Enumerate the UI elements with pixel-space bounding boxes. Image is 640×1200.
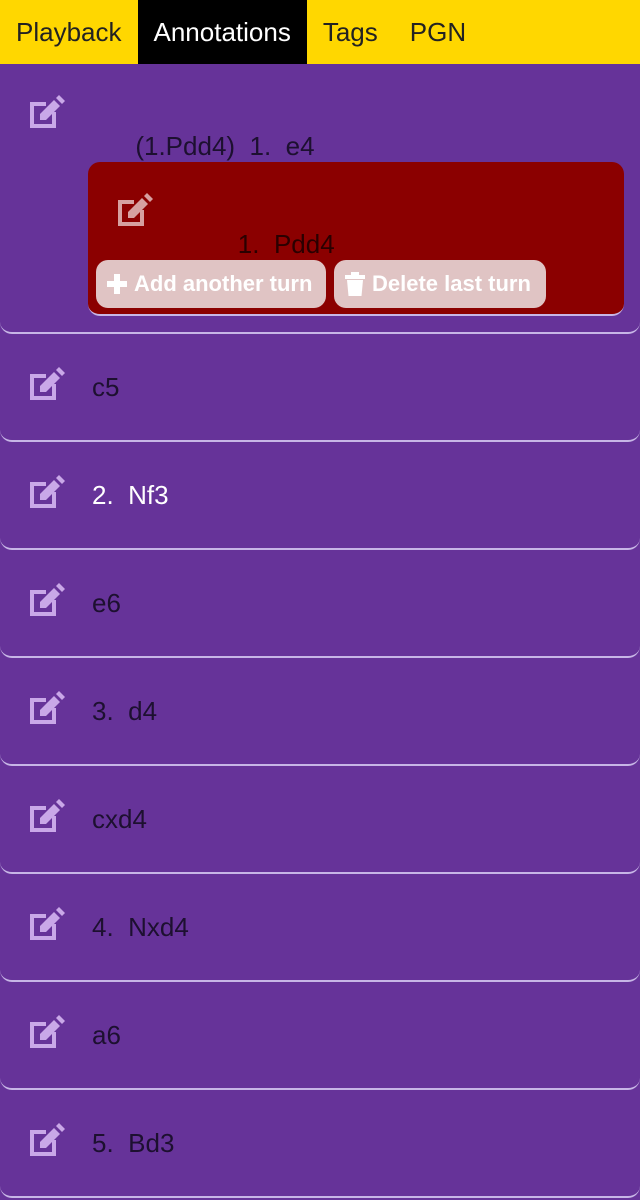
delete-turn-button[interactable]: Delete last turn (334, 260, 546, 308)
edit-icon[interactable] (26, 472, 66, 512)
edit-icon[interactable] (26, 580, 66, 620)
variation-prefix: (1.Pdd4) (135, 131, 236, 161)
move-number: 4. (92, 912, 114, 942)
move-text[interactable]: 4. Nxd4 (92, 912, 189, 943)
move-number: 1. (249, 131, 272, 161)
move-text[interactable]: cxd4 (92, 804, 147, 835)
move-san: a6 (92, 1020, 121, 1050)
edit-icon[interactable] (26, 364, 66, 404)
move-text[interactable]: 5. Bd3 (92, 1128, 174, 1159)
trash-icon (344, 272, 366, 296)
move-number: 3. (92, 696, 114, 726)
move-text[interactable]: 3. d4 (92, 696, 157, 727)
edit-icon[interactable] (26, 1120, 66, 1160)
tab-annotations[interactable]: Annotations (137, 0, 307, 64)
move-san: e4 (285, 131, 315, 161)
tab-playback[interactable]: Playback (0, 0, 138, 64)
plus-icon (106, 272, 128, 296)
move-text[interactable]: 2. Nf3 (92, 480, 169, 511)
edit-icon[interactable] (26, 904, 66, 944)
variation-box: 1. Pdd4 Add another turn Delete last tur… (88, 162, 624, 316)
move-san: Bd3 (128, 1128, 175, 1158)
tab-pgn[interactable]: PGN (394, 0, 482, 64)
delete-turn-label: Delete last turn (372, 271, 531, 296)
edit-icon[interactable] (26, 796, 66, 836)
move-number: 5. (92, 1128, 114, 1158)
move-text[interactable]: a6 (92, 1020, 121, 1051)
variation-move-number: 1. (237, 229, 260, 259)
move-san: e6 (92, 588, 121, 618)
move-text[interactable]: c5 (92, 372, 119, 403)
move-row: 4. Nxd4 (0, 876, 640, 982)
move-row: a6 (0, 984, 640, 1090)
move-number: 2. (92, 480, 114, 510)
move-san: Nxd4 (128, 912, 189, 942)
move-row: 2. Nf3 (0, 444, 640, 550)
move-san: c5 (92, 372, 120, 402)
move-san: d4 (128, 696, 158, 726)
move-san: Nf3 (128, 480, 169, 510)
annotation-list: (1.Pdd4) 1. e4 1. Pdd4 Add another turn … (0, 64, 640, 1200)
move-row: c5 (0, 336, 640, 442)
edit-icon[interactable] (114, 190, 154, 230)
edit-icon[interactable] (26, 92, 66, 132)
tab-bar: Playback Annotations Tags PGN (0, 0, 640, 64)
edit-icon[interactable] (26, 688, 66, 728)
variation-move-san: Pdd4 (273, 229, 335, 259)
move-row: cxd4 (0, 768, 640, 874)
move-row: 3. d4 (0, 660, 640, 766)
move-row: 5. Bd3 (0, 1092, 640, 1198)
move-row: e6 (0, 552, 640, 658)
move-san: cxd4 (92, 804, 147, 834)
tab-tags[interactable]: Tags (307, 0, 394, 64)
add-turn-label: Add another turn (134, 271, 313, 296)
add-turn-button[interactable]: Add another turn (96, 260, 326, 308)
move-text[interactable]: e6 (92, 588, 121, 619)
move-row: (1.Pdd4) 1. e4 1. Pdd4 Add another turn … (0, 64, 640, 334)
edit-icon[interactable] (26, 1012, 66, 1052)
